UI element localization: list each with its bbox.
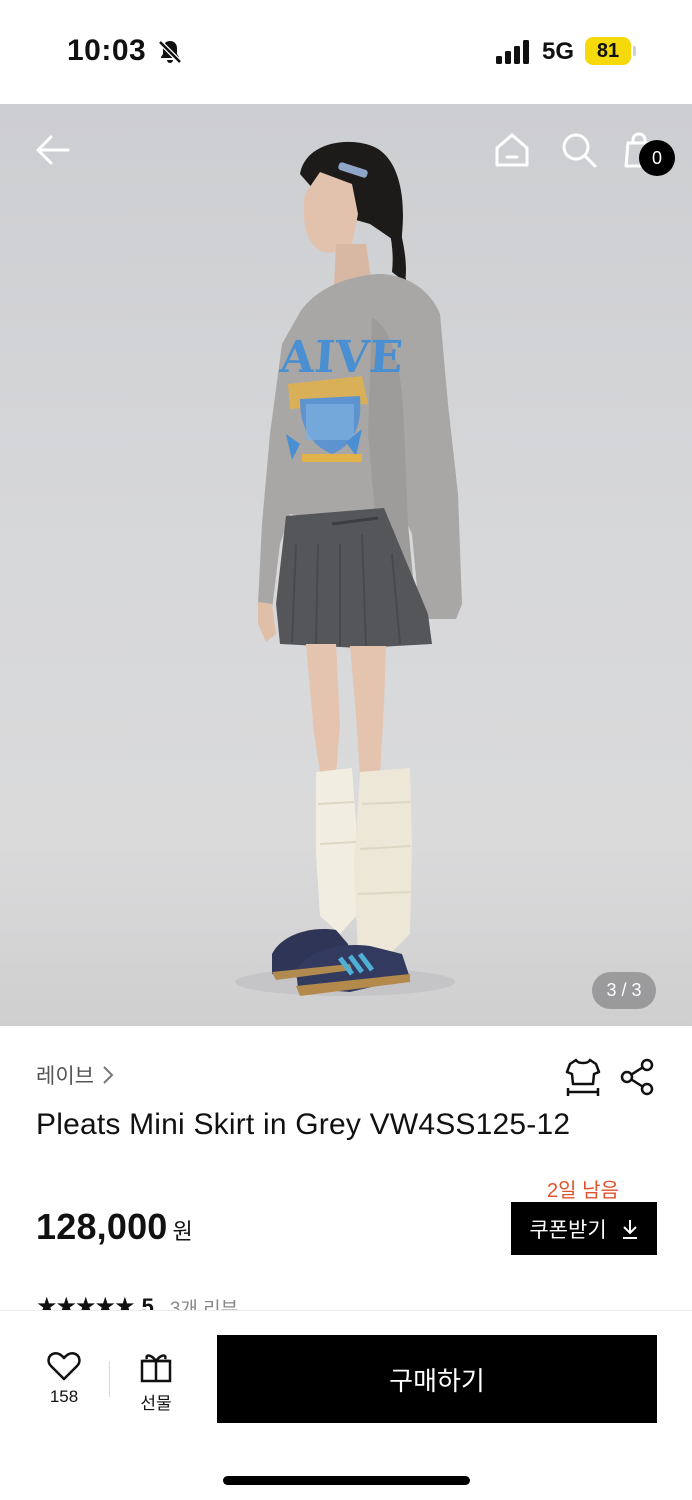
home-indicator <box>223 1476 470 1485</box>
home-button[interactable] <box>490 128 534 172</box>
price-currency: 원 <box>172 1219 193 1244</box>
back-arrow-icon <box>36 135 70 165</box>
get-coupon-button[interactable]: 쿠폰받기 <box>511 1202 657 1255</box>
size-guide-icon <box>565 1058 601 1096</box>
status-time: 10:03 <box>67 34 147 67</box>
action-divider <box>109 1361 110 1397</box>
product-name: Pleats Mini Skirt in Grey VW4SS125-12 <box>36 1108 571 1141</box>
coupon-remaining-days: 2일 남음 <box>547 1180 619 1202</box>
share-icon <box>620 1058 654 1096</box>
battery-tip <box>633 46 636 56</box>
brand-link[interactable]: 레이브 <box>36 1060 114 1090</box>
gift-label: 선물 <box>140 1394 172 1413</box>
price-value: 128,000 <box>36 1206 168 1247</box>
size-guide-button[interactable] <box>562 1056 604 1098</box>
signal-icon <box>496 40 529 64</box>
search-button[interactable] <box>557 128 601 172</box>
cart-count-badge: 0 <box>639 140 675 176</box>
chevron-right-icon <box>103 1066 114 1084</box>
bottom-action-bar: 158 선물 구매하기 <box>0 1310 692 1500</box>
price: 128,000 원 <box>36 1206 193 1248</box>
like-count: 158 <box>49 1387 79 1406</box>
image-counter: 3 / 3 <box>592 972 656 1009</box>
coupon-button-label: 쿠폰받기 <box>529 1218 607 1242</box>
battery-indicator: 81 <box>585 37 631 65</box>
back-button[interactable] <box>31 128 75 172</box>
product-image-gallery[interactable]: AIVE 3 / 3 <box>0 104 692 1026</box>
heart-icon <box>47 1352 81 1381</box>
download-icon <box>622 1219 637 1239</box>
share-button[interactable] <box>616 1056 658 1098</box>
like-button[interactable]: 158 <box>28 1351 100 1421</box>
gift-icon <box>140 1354 172 1383</box>
bell-slash-icon <box>158 40 182 64</box>
network-label: 5G <box>542 38 575 65</box>
brand-name: 레이브 <box>36 1065 94 1088</box>
svg-text:AIVE: AIVE <box>277 332 404 383</box>
gift-button[interactable]: 선물 <box>122 1351 190 1421</box>
battery-level: 81 <box>596 40 620 62</box>
buy-button[interactable]: 구매하기 <box>217 1335 657 1423</box>
status-bar: 10:03 5G 81 <box>0 0 692 104</box>
product-photo: AIVE <box>235 141 462 996</box>
home-icon <box>495 133 529 167</box>
search-icon <box>562 133 597 168</box>
